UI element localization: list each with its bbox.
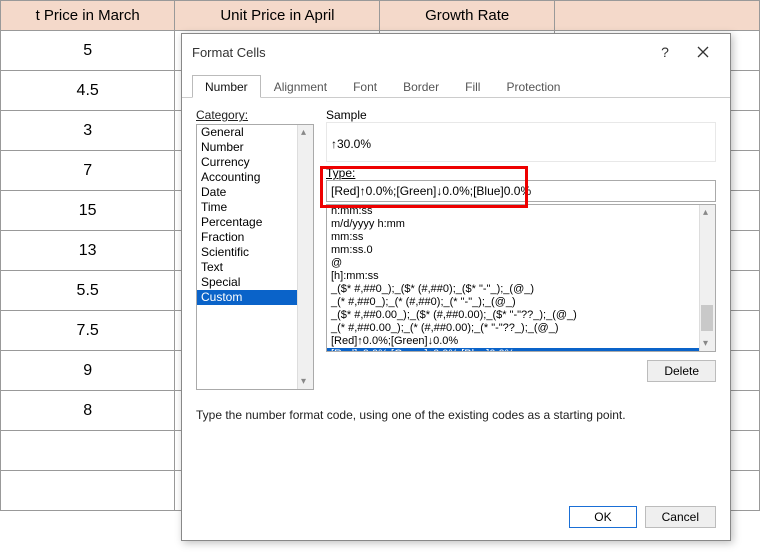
format-list[interactable]: h:mm:ssm/d/yyyy h:mmmm:ssmm:ss.0@[h]:mm:… — [326, 204, 716, 352]
dialog-title: Format Cells — [190, 45, 646, 60]
format-item[interactable]: _(* #,##0.00_);_(* (#,##0.00);_(* "-"??_… — [327, 322, 715, 335]
format-item[interactable]: _($* #,##0.00_);_($* (#,##0.00);_($* "-"… — [327, 309, 715, 322]
cell[interactable]: 7.5 — [1, 311, 175, 351]
scrollbar[interactable] — [297, 125, 313, 389]
cell[interactable] — [1, 431, 175, 471]
close-icon — [697, 46, 709, 58]
scrollbar-thumb[interactable] — [701, 305, 713, 331]
cell[interactable]: 4.5 — [1, 71, 175, 111]
tab-border[interactable]: Border — [390, 75, 452, 98]
category-item[interactable]: Fraction — [197, 230, 313, 245]
hint-text: Type the number format code, using one o… — [196, 408, 716, 422]
cell[interactable]: 5.5 — [1, 271, 175, 311]
cell[interactable]: 13 — [1, 231, 175, 271]
tab-number[interactable]: Number — [192, 75, 261, 98]
dialog-footer: OK Cancel — [182, 506, 730, 540]
dialog-titlebar[interactable]: Format Cells ? — [182, 34, 730, 70]
cell[interactable]: 3 — [1, 111, 175, 151]
format-item[interactable]: mm:ss — [327, 231, 715, 244]
help-button[interactable]: ? — [646, 38, 684, 66]
cell[interactable] — [1, 471, 175, 511]
category-item[interactable]: Currency — [197, 155, 313, 170]
category-item[interactable]: Time — [197, 200, 313, 215]
tab-font[interactable]: Font — [340, 75, 390, 98]
tab-protection[interactable]: Protection — [493, 75, 573, 98]
cell[interactable]: 9 — [1, 351, 175, 391]
format-item[interactable]: @ — [327, 257, 715, 270]
col-header-march[interactable]: t Price in March — [1, 1, 175, 31]
col-header-growth[interactable]: Growth Rate — [380, 1, 554, 31]
col-header-blank[interactable] — [554, 1, 759, 31]
category-item[interactable]: Special — [197, 275, 313, 290]
category-item[interactable]: Date — [197, 185, 313, 200]
sample-label: Sample — [326, 108, 716, 122]
format-item[interactable]: [Red]↑0.0%;[Green]↓0.0% — [327, 335, 715, 348]
format-item[interactable]: [Red]↑0.0%;[Green]↓0.0%;[Blue]0.0% — [327, 348, 715, 352]
tab-fill[interactable]: Fill — [452, 75, 493, 98]
category-item[interactable]: Custom — [197, 290, 313, 305]
dialog-tabs: NumberAlignmentFontBorderFillProtection — [182, 70, 730, 98]
delete-button[interactable]: Delete — [647, 360, 716, 382]
format-cells-dialog: Format Cells ? NumberAlignmentFontBorder… — [181, 33, 731, 541]
close-button[interactable] — [684, 38, 722, 66]
format-item[interactable]: m/d/yyyy h:mm — [327, 218, 715, 231]
category-item[interactable]: Number — [197, 140, 313, 155]
category-item[interactable]: Scientific — [197, 245, 313, 260]
cell[interactable]: 7 — [1, 151, 175, 191]
ok-button[interactable]: OK — [569, 506, 636, 528]
category-item[interactable]: General — [197, 125, 313, 140]
cell[interactable]: 15 — [1, 191, 175, 231]
format-item[interactable]: _(* #,##0_);_(* (#,##0);_(* "-"_);_(@_) — [327, 296, 715, 309]
format-item[interactable]: mm:ss.0 — [327, 244, 715, 257]
type-input[interactable] — [326, 180, 716, 202]
category-list[interactable]: GeneralNumberCurrencyAccountingDateTimeP… — [196, 124, 314, 390]
format-item[interactable]: _($* #,##0_);_($* (#,##0);_($* "-"_);_(@… — [327, 283, 715, 296]
category-item[interactable]: Percentage — [197, 215, 313, 230]
cell[interactable]: 8 — [1, 391, 175, 431]
category-item[interactable]: Text — [197, 260, 313, 275]
category-item[interactable]: Accounting — [197, 170, 313, 185]
cancel-button[interactable]: Cancel — [645, 506, 716, 528]
cell[interactable]: 5 — [1, 31, 175, 71]
tab-alignment[interactable]: Alignment — [261, 75, 340, 98]
col-header-april[interactable]: Unit Price in April — [175, 1, 380, 31]
type-label: Type: — [326, 166, 716, 180]
category-label: Category: — [196, 108, 314, 122]
format-item[interactable]: h:mm:ss — [327, 205, 715, 218]
format-item[interactable]: [h]:mm:ss — [327, 270, 715, 283]
sample-value: ↑30.0% — [326, 122, 716, 162]
header-row: t Price in March Unit Price in April Gro… — [1, 1, 760, 31]
